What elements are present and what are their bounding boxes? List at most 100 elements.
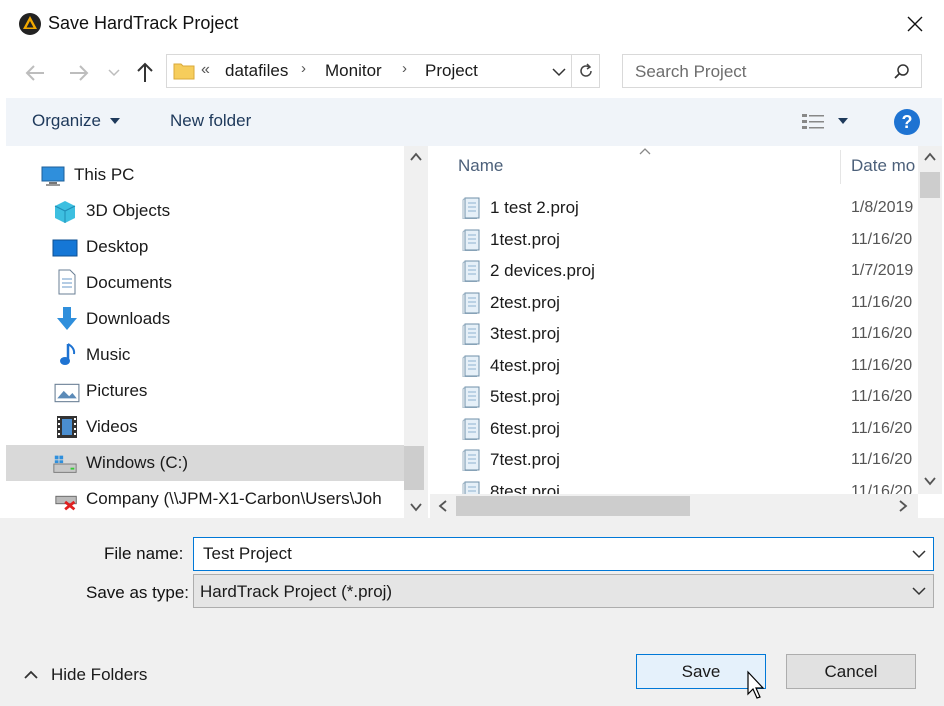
sidebar-item-label: Company (\\JPM-X1-Carbon\Users\Joh	[86, 489, 382, 508]
file-list-horizontal-scrollbar[interactable]	[430, 494, 918, 518]
hide-folders-button[interactable]: Hide Folders	[24, 665, 147, 685]
file-rows: 1 test 2.proj 1/8/2019 1test.proj 11/16/20 2…	[430, 193, 918, 494]
sidebar-item-label: This PC	[74, 165, 135, 184]
project-file-icon	[462, 355, 480, 377]
file-name: 1 test 2.proj	[490, 198, 579, 217]
refresh-icon[interactable]	[577, 62, 595, 80]
scroll-thumb[interactable]	[920, 172, 940, 198]
folder-icon	[173, 63, 195, 80]
scroll-up-icon[interactable]	[924, 152, 936, 162]
cancel-button[interactable]: Cancel	[786, 654, 916, 689]
file-date: 11/16/20	[851, 325, 913, 342]
title-bar: Save HardTrack Project	[0, 0, 944, 48]
search-input[interactable]: Search Project	[622, 54, 922, 88]
file-date: 11/16/20	[851, 388, 913, 405]
sidebar-item-documents[interactable]: Documents	[6, 265, 404, 301]
back-button[interactable]	[22, 60, 48, 86]
sidebar-item-label: Pictures	[86, 381, 148, 400]
save-as-type-select[interactable]: HardTrack Project (*.proj)	[193, 574, 934, 608]
file-date: 1/8/2019	[851, 199, 914, 216]
chevron-down-icon[interactable]	[912, 549, 926, 559]
file-row[interactable]: 1 test 2.proj 1/8/2019	[430, 193, 918, 224]
scroll-up-icon[interactable]	[410, 152, 422, 162]
sidebar-item-3d-objects[interactable]: 3D Objects	[6, 193, 404, 229]
network-drive-icon	[55, 495, 77, 511]
organize-label: Organize	[32, 111, 101, 130]
address-bar[interactable]: « datafiles › Monitor › Project	[166, 54, 600, 88]
file-row[interactable]: 6test.proj 11/16/20	[430, 414, 918, 445]
close-icon	[907, 16, 923, 32]
sidebar-item-pictures[interactable]: Pictures	[6, 373, 404, 409]
file-name: 6test.proj	[490, 418, 560, 438]
sidebar-item-this-pc[interactable]: This PC	[6, 157, 404, 193]
file-name: 1test.proj	[490, 229, 560, 249]
file-row[interactable]: 3test.proj 11/16/20	[430, 319, 918, 350]
breadcrumb-separator: ›	[301, 60, 306, 77]
file-date: 11/16/20	[851, 356, 913, 374]
divider	[571, 55, 572, 87]
chevron-up-icon	[24, 670, 38, 679]
file-date: 11/16/20	[851, 293, 913, 311]
scroll-thumb[interactable]	[404, 446, 424, 490]
new-folder-button[interactable]: New folder	[170, 111, 251, 131]
scroll-down-icon[interactable]	[410, 502, 422, 512]
app-logo-icon	[18, 12, 42, 36]
file-name: 3test.proj	[490, 324, 560, 343]
project-file-icon	[462, 481, 480, 494]
sidebar-item-label: Windows (C:)	[86, 453, 189, 472]
sidebar-item-music[interactable]: Music	[6, 337, 404, 373]
sidebar-item-company[interactable]: Company (\\JPM-X1-Carbon\Users\Joh	[6, 481, 404, 517]
breadcrumb-overflow[interactable]: «	[201, 61, 210, 79]
breadcrumb-project[interactable]: Project	[425, 61, 478, 81]
arrow-up-icon	[137, 62, 153, 82]
download-arrow-icon	[57, 307, 77, 330]
chevron-down-icon[interactable]	[551, 65, 567, 79]
column-header-name[interactable]: Name	[430, 146, 840, 184]
arrow-right-icon	[70, 65, 89, 81]
help-button[interactable]: ?	[894, 109, 920, 135]
file-row[interactable]: 8test.proj 11/16/20	[430, 477, 918, 495]
file-list: Name Date mo 1 test 2.proj 1/8/2019 1test.…	[430, 146, 918, 494]
sidebar-item-videos[interactable]: Videos	[6, 409, 404, 445]
recent-locations-button[interactable]	[106, 63, 122, 81]
picture-icon	[54, 383, 80, 403]
column-header-date[interactable]: Date mo	[841, 146, 918, 184]
file-name: 2 devices.proj	[490, 261, 595, 280]
file-row[interactable]: 2test.proj 11/16/20	[430, 288, 918, 319]
scroll-down-icon[interactable]	[924, 476, 936, 486]
file-row[interactable]: 5test.proj 11/16/20	[430, 382, 918, 413]
file-date: 11/16/20	[851, 451, 913, 468]
up-button[interactable]	[132, 59, 158, 85]
sidebar-item-windows-c[interactable]: Windows (C:)	[6, 445, 404, 481]
file-row[interactable]: 2 devices.proj 1/7/2019	[430, 256, 918, 287]
arrow-left-icon	[25, 65, 44, 81]
project-file-icon	[462, 418, 480, 440]
forward-button[interactable]	[66, 60, 92, 86]
breadcrumb-datafiles[interactable]: datafiles	[225, 61, 288, 81]
sidebar-item-desktop[interactable]: Desktop	[6, 229, 404, 265]
view-options-button[interactable]	[800, 110, 860, 134]
navigation-pane-scrollbar[interactable]	[404, 146, 428, 518]
chevron-down-icon	[108, 69, 120, 77]
save-as-type-label: Save as type:	[86, 583, 190, 602]
file-row[interactable]: 4test.proj 11/16/20	[430, 351, 918, 382]
search-placeholder: Search Project	[635, 62, 747, 81]
file-row[interactable]: 7test.proj 11/16/20	[430, 445, 918, 476]
navigation-pane: This PC 3D Objects Desktop Documents Dow…	[6, 146, 428, 518]
organize-button[interactable]: Organize	[32, 111, 121, 131]
scroll-right-icon[interactable]	[898, 500, 908, 512]
file-list-vertical-scrollbar[interactable]	[918, 146, 942, 494]
scroll-left-icon[interactable]	[438, 500, 448, 512]
scroll-thumb[interactable]	[456, 496, 690, 516]
file-row[interactable]: 1test.proj 11/16/20	[430, 225, 918, 256]
file-date: 11/16/20	[851, 482, 913, 495]
sidebar-item-downloads[interactable]: Downloads	[6, 301, 404, 337]
project-file-icon	[462, 449, 480, 471]
project-file-icon	[462, 197, 480, 219]
close-button[interactable]	[890, 6, 940, 42]
search-icon[interactable]	[893, 63, 911, 81]
breadcrumb-monitor[interactable]: Monitor	[325, 61, 382, 81]
file-name-input[interactable]: Test Project	[193, 537, 934, 571]
document-icon	[58, 269, 76, 295]
column-name-label: Name	[458, 156, 504, 175]
